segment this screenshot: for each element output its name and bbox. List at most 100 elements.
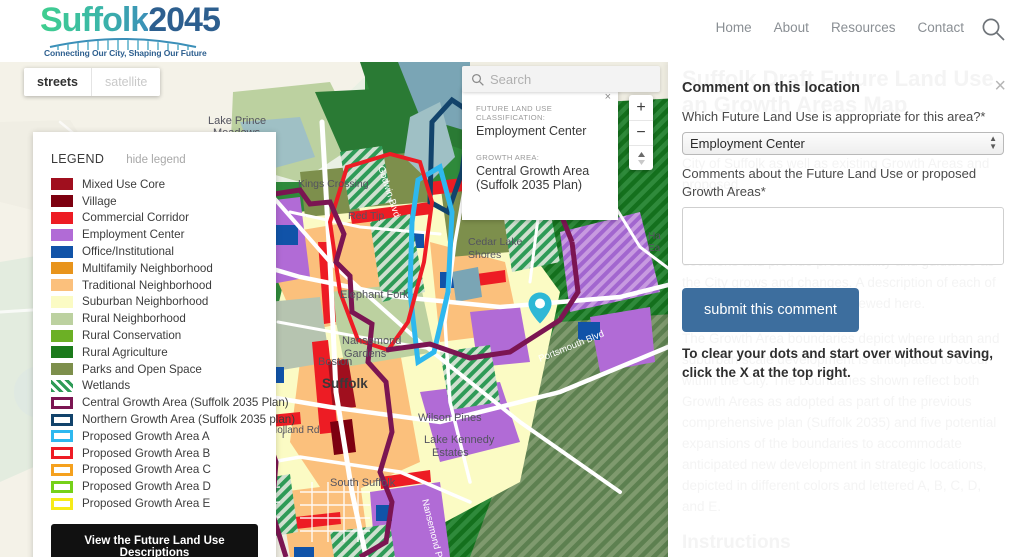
svg-text:Shores: Shores (468, 249, 501, 261)
map-legend: LEGEND hide legend Mixed Use Core Village… (33, 132, 276, 557)
legend-item-label: Proposed Growth Area D (82, 480, 211, 493)
svg-text:Wilson Pines: Wilson Pines (418, 412, 482, 424)
legend-item-label: Proposed Growth Area B (82, 447, 210, 460)
map-location-pin[interactable] (528, 292, 552, 329)
site-logo[interactable]: Suffolk2045 Connecting Our City, Shaping… (40, 2, 220, 60)
popup-close-icon[interactable]: × (605, 92, 611, 103)
legend-item[interactable]: Employment Center (51, 226, 276, 243)
land-use-question-label: Which Future Land Use is appropriate for… (682, 108, 1004, 126)
submit-comment-button[interactable]: submit this comment (682, 288, 859, 332)
svg-text:Boston: Boston (318, 356, 352, 368)
nav-item-about[interactable]: About (774, 20, 809, 35)
legend-swatch (51, 212, 73, 224)
search-icon (471, 73, 484, 86)
legend-item-label: Proposed Growth Area C (82, 463, 211, 476)
popup-land-use-value: Employment Center (476, 124, 604, 138)
compass-reset-button[interactable] (629, 145, 653, 170)
legend-item-label: Suburban Neighborhood (82, 295, 208, 308)
legend-item-label: Rural Agriculture (82, 346, 168, 359)
legend-hide-button[interactable]: hide legend (126, 154, 185, 166)
legend-swatch (51, 178, 73, 190)
logo-tagline: Connecting Our City, Shaping Our Future (44, 48, 207, 58)
main-navigation: Home About Resources Contact (716, 20, 964, 35)
legend-item[interactable]: Multifamily Neighborhood (51, 260, 276, 277)
svg-text:South Suffolk: South Suffolk (330, 477, 396, 489)
legend-swatch (51, 380, 73, 392)
land-use-select-wrap[interactable]: Employment CenterMixed Use CoreVillageCo… (682, 132, 1004, 155)
legend-swatch (51, 296, 73, 308)
logo-text: Suffolk2045 (40, 2, 220, 38)
nav-item-resources[interactable]: Resources (831, 20, 896, 35)
legend-item[interactable]: Village (51, 193, 276, 210)
land-use-select[interactable]: Employment CenterMixed Use CoreVillageCo… (682, 132, 1004, 155)
legend-item[interactable]: Proposed Growth Area E (51, 495, 276, 512)
svg-text:Estates: Estates (432, 447, 469, 459)
basemap-streets-button[interactable]: streets (24, 68, 91, 96)
panel-close-icon[interactable]: × (994, 76, 1006, 96)
popup-growth-area-value: Central Growth Area (Suffolk 2035 Plan) (476, 164, 604, 192)
legend-swatch (51, 229, 73, 241)
legend-title: LEGEND (51, 152, 104, 166)
legend-item[interactable]: Parks and Open Space (51, 361, 276, 378)
legend-items: Mixed Use Core Village Commercial Corridor… (33, 176, 276, 512)
bg-heading-2: Instructions (682, 531, 1004, 555)
legend-item[interactable]: Proposed Growth Area D (51, 478, 276, 495)
map-zoom-controls[interactable]: + − (629, 95, 653, 170)
legend-item-label: Northern Growth Area (Suffolk 2035 plan) (82, 413, 295, 426)
legend-header: LEGEND hide legend (33, 152, 276, 176)
comments-textarea[interactable] (682, 207, 1004, 265)
legend-item-label: Rural Neighborhood (82, 312, 186, 325)
map-info-popup: × FUTURE LAND USE CLASSIFICATION: Employ… (462, 88, 618, 220)
search-icon (980, 16, 1006, 42)
legend-item-label: Rural Conservation (82, 329, 181, 342)
legend-swatch (51, 279, 73, 291)
zoom-in-button[interactable]: + (629, 95, 653, 120)
legend-item[interactable]: Proposed Growth Area C (51, 462, 276, 479)
comment-form: Comment on this location Which Future La… (682, 80, 1004, 382)
header-search-button[interactable] (980, 16, 1006, 42)
legend-item[interactable]: Rural Agriculture (51, 344, 276, 361)
map-search-placeholder: Search (490, 72, 531, 87)
legend-item[interactable]: Office/Institutional (51, 243, 276, 260)
legend-item[interactable]: Proposed Growth Area B (51, 445, 276, 462)
legend-item[interactable]: Rural Conservation (51, 327, 276, 344)
legend-swatch (51, 430, 73, 442)
nav-item-contact[interactable]: Contact (917, 20, 964, 35)
legend-item[interactable]: Mixed Use Core (51, 176, 276, 193)
legend-item[interactable]: Traditional Neighborhood (51, 277, 276, 294)
svg-text:Ea: Ea (648, 243, 661, 254)
legend-swatch (51, 397, 73, 409)
legend-item[interactable]: Wetlands (51, 378, 276, 395)
view-land-use-descriptions-button[interactable]: View the Future Land Use Descriptions (51, 524, 258, 557)
zoom-out-button[interactable]: − (629, 120, 653, 145)
legend-item[interactable]: Proposed Growth Area A (51, 428, 276, 445)
legend-swatch (51, 330, 73, 342)
nav-item-home[interactable]: Home (716, 20, 752, 35)
comment-form-title: Comment on this location (682, 80, 1004, 96)
legend-swatch (51, 414, 73, 426)
legend-item[interactable]: Suburban Neighborhood (51, 294, 276, 311)
basemap-satellite-button[interactable]: satellite (91, 68, 160, 96)
basemap-toggle[interactable]: streets satellite (24, 68, 160, 96)
legend-item-label: Commercial Corridor (82, 211, 189, 224)
legend-swatch (51, 195, 73, 207)
legend-swatch (51, 313, 73, 325)
clear-dots-note: To clear your dots and start over withou… (682, 344, 1004, 382)
svg-text:Nansemond: Nansemond (342, 335, 401, 347)
legend-item-label: Proposed Growth Area A (82, 430, 210, 443)
legend-item-label: Office/Institutional (82, 245, 174, 258)
legend-item[interactable]: Northern Growth Area (Suffolk 2035 plan) (51, 411, 276, 428)
legend-item-label: Village (82, 195, 117, 208)
legend-item[interactable]: Commercial Corridor (51, 210, 276, 227)
legend-swatch (51, 481, 73, 493)
svg-text:Red Tip: Red Tip (348, 210, 384, 222)
legend-swatch (51, 246, 73, 258)
legend-item-label: Central Growth Area (Suffolk 2035 Plan) (82, 396, 289, 409)
legend-item-label: Multifamily Neighborhood (82, 262, 213, 275)
compass-icon (636, 152, 647, 165)
svg-text:Suffolk: Suffolk (322, 376, 368, 391)
map-search[interactable]: Search (462, 66, 660, 92)
legend-item[interactable]: Rural Neighborhood (51, 310, 276, 327)
legend-item[interactable]: Central Growth Area (Suffolk 2035 Plan) (51, 394, 276, 411)
legend-item-label: Mixed Use Core (82, 178, 165, 191)
